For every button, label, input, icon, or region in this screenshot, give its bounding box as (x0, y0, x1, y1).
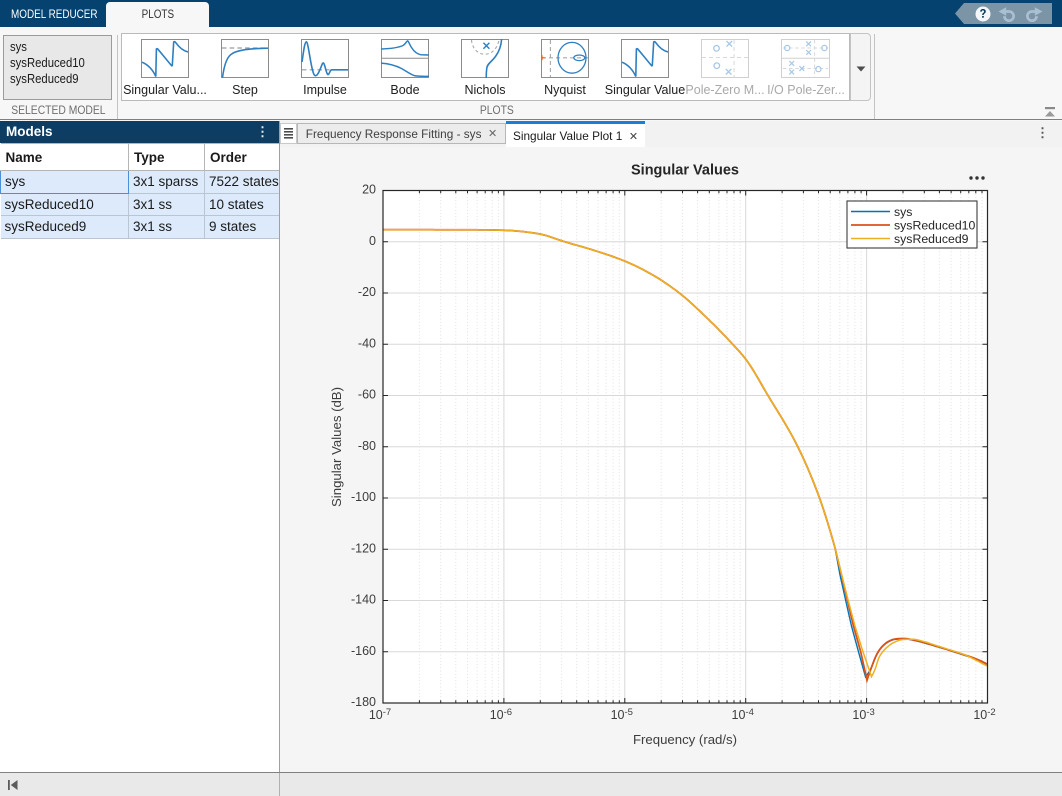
svg-text:-160: -160 (351, 644, 376, 658)
svg-text:-20: -20 (358, 285, 376, 299)
svg-text:sys: sys (894, 205, 912, 219)
svg-text:sysReduced9: sysReduced9 (894, 232, 969, 246)
svg-text:-80: -80 (358, 439, 376, 453)
svg-text:-120: -120 (351, 541, 376, 555)
svg-text:Singular Values (dB): Singular Values (dB) (329, 387, 344, 507)
svg-text:-100: -100 (351, 490, 376, 504)
svg-text:sysReduced10: sysReduced10 (894, 218, 976, 232)
svg-text:-60: -60 (358, 388, 376, 402)
svg-text:-140: -140 (351, 593, 376, 607)
svg-text:0: 0 (369, 234, 376, 248)
svg-text:-40: -40 (358, 336, 376, 350)
svg-text:Frequency (rad/s): Frequency (rad/s) (633, 732, 737, 747)
svg-text:20: 20 (362, 183, 376, 197)
svg-text:Singular Values: Singular Values (631, 163, 739, 179)
